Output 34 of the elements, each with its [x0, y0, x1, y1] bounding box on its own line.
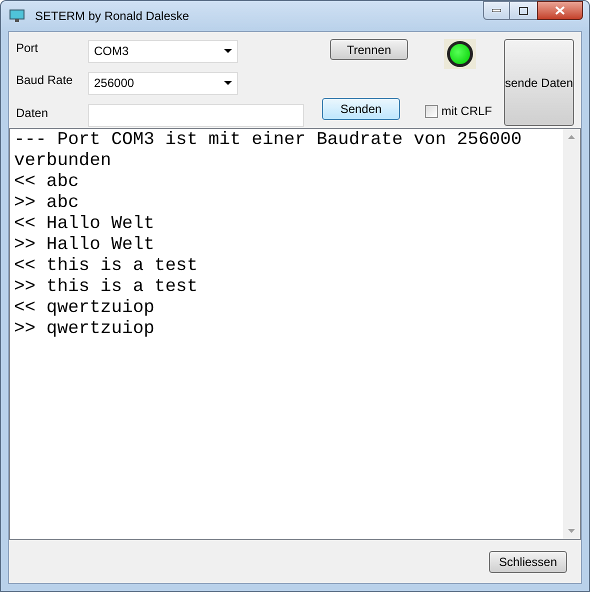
disconnect-button[interactable]: Trennen	[330, 39, 408, 60]
data-input-field[interactable]	[88, 104, 304, 128]
close-icon	[555, 6, 565, 15]
dropdown-arrow-icon	[224, 49, 232, 54]
close-button[interactable]	[537, 1, 583, 20]
terminal-line: << Hallo Welt	[14, 214, 156, 235]
scroll-up-icon	[568, 135, 575, 139]
terminal-line: --- Port COM3 ist mit einer Baudrate von 256000 verbunden	[14, 130, 523, 172]
terminal-line: << abc	[14, 172, 80, 193]
crlf-label: mit CRLF	[441, 103, 492, 120]
minimize-icon	[492, 9, 501, 12]
terminal-line: >> this is a test	[14, 277, 199, 298]
scrollbar[interactable]	[563, 129, 580, 539]
crlf-checkbox[interactable]	[425, 104, 438, 118]
data-label: Daten	[16, 104, 50, 122]
maximize-button[interactable]	[510, 1, 537, 20]
terminal-icon	[9, 8, 25, 24]
terminal-line: << this is a test	[14, 256, 199, 277]
close-window-button[interactable]: Schliessen	[489, 550, 567, 572]
send-data-button[interactable]: sende Daten	[504, 39, 574, 126]
terminal-line: >> abc	[14, 193, 80, 214]
restore-icon	[519, 6, 528, 14]
window-title: SETERM by Ronald Daleske	[35, 8, 190, 25]
dropdown-arrow-icon	[224, 81, 232, 86]
baud-rate-dropdown[interactable]: 256000	[88, 72, 238, 95]
scroll-down-icon	[568, 529, 575, 533]
terminal-line: >> Hallo Welt	[14, 235, 156, 256]
send-button[interactable]: Senden	[322, 98, 400, 120]
baud-rate-label: Baud Rate	[16, 72, 74, 90]
port-label: Port	[16, 40, 40, 57]
minimize-button[interactable]	[483, 1, 510, 20]
terminal-line: >> qwertzuiop	[14, 319, 156, 340]
port-dropdown[interactable]: COM3	[88, 40, 238, 63]
terminal-line: << qwertzuiop	[14, 298, 156, 319]
